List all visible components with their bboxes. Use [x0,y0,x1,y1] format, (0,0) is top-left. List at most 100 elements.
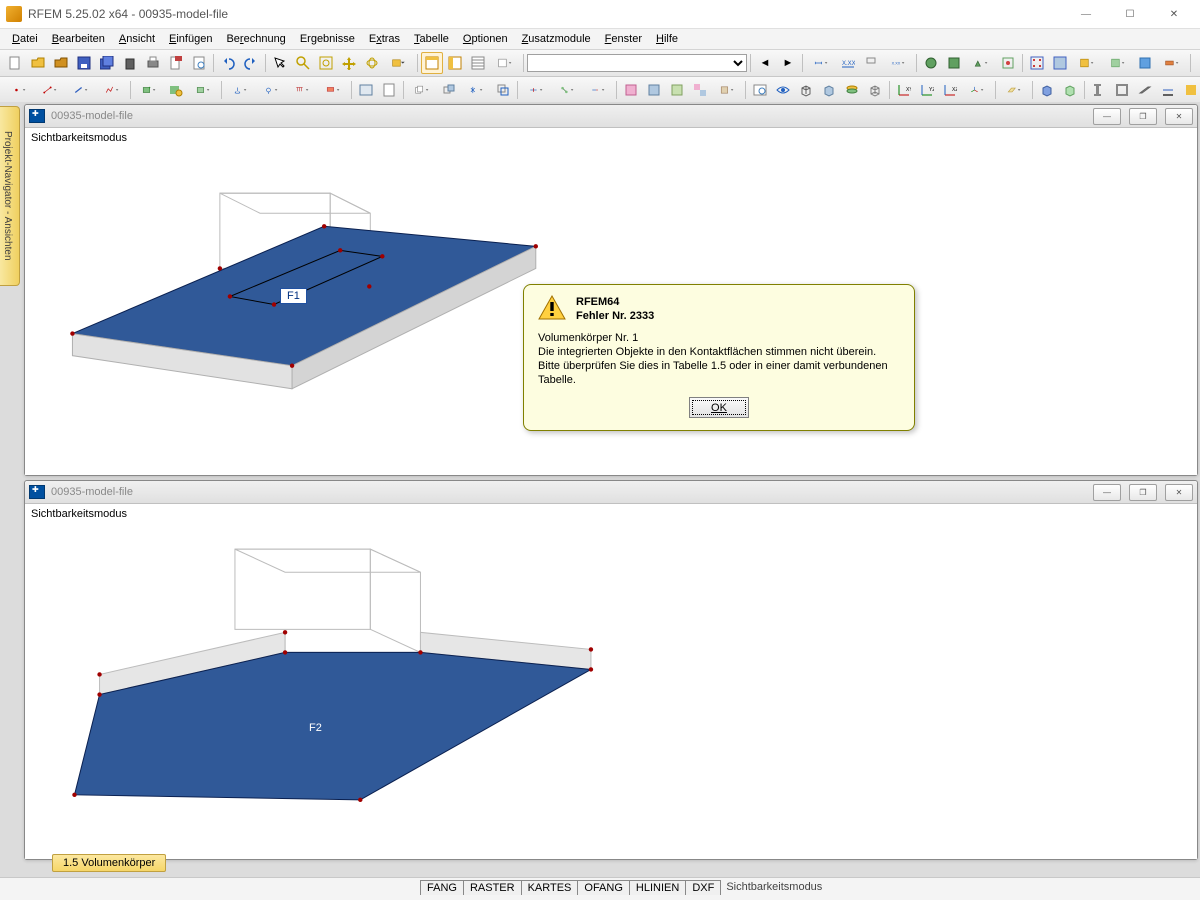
menu-fenster[interactable]: Fenster [599,31,648,47]
axis-yz-icon[interactable]: YZ [916,79,938,101]
window3-icon[interactable] [467,52,489,74]
menu-zusatzmodule[interactable]: Zusatzmodule [516,31,597,47]
connect-icon[interactable] [552,79,582,101]
grid3-icon[interactable] [1072,52,1102,74]
offset-icon[interactable] [492,79,514,101]
dim3-icon[interactable]: X.XX [883,52,913,74]
member-icon[interactable] [66,79,96,101]
section2-icon[interactable] [1111,79,1133,101]
grid5-icon[interactable] [1134,52,1156,74]
menu-datei[interactable]: Datei [6,31,44,47]
axis-iso-icon[interactable] [962,79,992,101]
doc2-canvas[interactable]: Sichtbarkeitsmodus [25,504,1197,859]
axis-xz-icon[interactable]: XZ [939,79,961,101]
doc2-close[interactable]: ✕ [1165,484,1193,501]
node-icon[interactable] [4,79,34,101]
menu-ergebnisse[interactable]: Ergebnisse [294,31,361,47]
undo-icon[interactable] [217,52,239,74]
grid2-icon[interactable] [1049,52,1071,74]
wireframe-icon[interactable] [864,79,886,101]
nav-next-icon[interactable]: ► [777,52,799,74]
menu-einfuegen[interactable]: Einfügen [163,31,218,47]
split-icon[interactable] [521,79,551,101]
status-tab-ofang[interactable]: OFANG [577,880,630,895]
beam-icon[interactable] [1134,79,1156,101]
surface2-icon[interactable] [188,79,218,101]
view-dropdown-icon[interactable] [384,52,414,74]
surface-add-icon[interactable]: + [134,79,164,101]
doc1-close[interactable]: ✕ [1165,108,1193,125]
cube1-icon[interactable] [795,79,817,101]
window1-icon[interactable] [421,52,443,74]
loadcase-combo[interactable] [527,54,747,72]
text-icon[interactable] [860,52,882,74]
calc1-icon[interactable] [920,52,942,74]
axis-xy-icon[interactable]: XY [893,79,915,101]
doc2-maximize[interactable]: ❐ [1129,484,1157,501]
menu-tabelle[interactable]: Tabelle [408,31,455,47]
extend-icon[interactable] [583,79,613,101]
menu-extras[interactable]: Extras [363,31,406,47]
dim-icon[interactable] [806,52,836,74]
polyline-icon[interactable] [97,79,127,101]
report-icon[interactable] [165,52,187,74]
menu-bearbeiten[interactable]: Bearbeiten [46,31,111,47]
window4-icon[interactable] [490,52,520,74]
grid6-icon[interactable] [1157,52,1187,74]
load2-icon[interactable] [318,79,348,101]
grid1-icon[interactable] [1026,52,1048,74]
sheet-icon[interactable] [378,79,400,101]
minimize-button[interactable]: — [1064,3,1108,25]
menu-berechnung[interactable]: Berechnung [220,31,291,47]
doc1-canvas[interactable]: Sichtbarkeitsmodus [25,128,1197,475]
mirror-icon[interactable] [461,79,491,101]
status-tab-fang[interactable]: FANG [420,880,464,895]
support-icon[interactable] [225,79,255,101]
line-icon[interactable] [35,79,65,101]
zoom-icon[interactable] [292,52,314,74]
new-icon[interactable] [4,52,26,74]
cube2-icon[interactable] [818,79,840,101]
load-icon[interactable] [287,79,317,101]
doc2-minimize[interactable]: — [1093,484,1121,501]
selset1-icon[interactable] [620,79,642,101]
ok-button[interactable]: OK [689,397,749,418]
status-tab-hlinien[interactable]: HLINIEN [629,880,686,895]
status-tab-raster[interactable]: RASTER [463,880,522,895]
solid1-icon[interactable] [1036,79,1058,101]
layers-icon[interactable] [841,79,863,101]
selset3-icon[interactable] [666,79,688,101]
zoom-window-icon[interactable] [315,52,337,74]
section1-icon[interactable] [1088,79,1110,101]
dim2-icon[interactable]: X.XX [837,52,859,74]
pan-icon[interactable] [338,52,360,74]
calc4-icon[interactable] [997,52,1019,74]
pointer-icon[interactable] [269,52,291,74]
open-icon[interactable] [27,52,49,74]
maximize-button[interactable]: ☐ [1108,3,1152,25]
surface-gear-icon[interactable] [165,79,187,101]
edit1-icon[interactable] [1194,52,1200,74]
saveall-icon[interactable] [96,52,118,74]
workplane-icon[interactable] [999,79,1029,101]
doc1-maximize[interactable]: ❐ [1129,108,1157,125]
grid4-icon[interactable] [1103,52,1133,74]
doc1-minimize[interactable]: — [1093,108,1121,125]
printview-icon[interactable] [188,52,210,74]
calc2-icon[interactable] [943,52,965,74]
folder2-icon[interactable] [50,52,72,74]
nav-first-icon[interactable]: ◄ [754,52,776,74]
table-icon[interactable] [355,79,377,101]
move-icon[interactable] [438,79,460,101]
status-tab-dxf[interactable]: DXF [685,880,721,895]
hinge-icon[interactable] [256,79,286,101]
rotate-icon[interactable] [361,52,383,74]
find-icon[interactable] [749,79,771,101]
selset5-icon[interactable] [712,79,742,101]
menu-ansicht[interactable]: Ansicht [113,31,161,47]
projekt-navigator-tab[interactable]: Projekt-Navigator - Ansichten [0,106,20,286]
window2-icon[interactable] [444,52,466,74]
menu-hilfe[interactable]: Hilfe [650,31,684,47]
section3-icon[interactable] [1157,79,1179,101]
show-icon[interactable] [772,79,794,101]
